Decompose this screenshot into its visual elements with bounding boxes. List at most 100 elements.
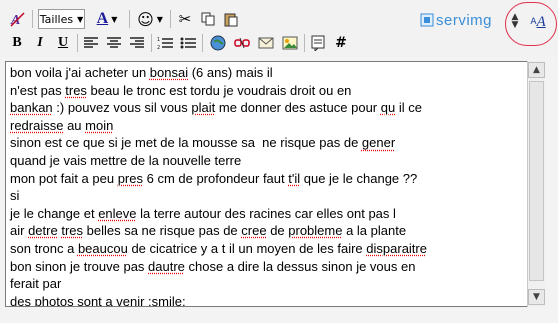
chevron-down-icon: ▼ <box>156 14 163 24</box>
text-line: air detre tres belles sa ne risque pas d… <box>10 222 520 240</box>
text-segment: :) pouvez vous sil vous <box>52 100 192 116</box>
misspelled-word: moin <box>85 117 114 133</box>
text-line: ferait par <box>10 275 520 293</box>
ordered-list-icon[interactable]: 12 <box>155 33 175 53</box>
text-line: bankan :) pouvez vous sil vous plait me … <box>10 99 520 117</box>
text-line: des photos sont a venir :smile: <box>10 293 520 307</box>
underline-button[interactable]: U <box>53 33 73 53</box>
misspelled-word: redraisse <box>10 117 64 133</box>
chevron-down-icon: ▼ <box>77 14 84 24</box>
text-segment: bon voila j'ai acheter un <box>10 65 150 80</box>
misspelled-word: t'il <box>288 170 301 186</box>
text-segment: n'est pas <box>10 82 66 98</box>
text-segment: bon sinon je trouve pas <box>10 258 149 274</box>
text-line: si <box>10 187 520 205</box>
text-segment: sinon est ce que si je met de la mousse … <box>10 135 362 151</box>
text-segment: 6 cm de profondeur faut <box>142 170 289 186</box>
misspelled-word: dautre <box>148 258 185 274</box>
servimg-logo-icon <box>420 13 434 27</box>
servimg-label: servimg <box>436 11 493 29</box>
font-color-label: A <box>96 10 109 27</box>
text-segment: (6 ans) mais il <box>188 65 273 80</box>
text-segment: beau le tronc est tordu je voudrais droi… <box>86 82 352 98</box>
misspelled-word: tres <box>65 82 87 98</box>
text-segment: belles sa ne risque pas de <box>83 223 242 239</box>
misspelled-word: disparaitre <box>366 240 427 256</box>
text-segment: il ce <box>395 100 422 116</box>
textarea-scrollbar[interactable]: ▲ ▼ <box>527 61 545 307</box>
misspelled-word: probleme <box>288 223 343 239</box>
text-segment: quand je vais mettre de la nouvelle terr… <box>10 152 242 168</box>
text-segment: de <box>266 223 289 239</box>
servimg-logo[interactable]: servimg <box>420 10 492 30</box>
font-size-select[interactable]: Tailles ▼ <box>38 9 85 29</box>
text-segment: je le change et <box>10 205 99 221</box>
text-segment: a la plante <box>342 223 407 239</box>
text-segment: des photos sont a venir : <box>10 293 152 307</box>
misspelled-word: qu <box>380 100 396 116</box>
text-segment: que je le change ?? <box>300 170 418 186</box>
text-line: son tronc a beaucou de cicatrice y a t i… <box>10 240 520 258</box>
align-center-icon[interactable] <box>104 33 124 53</box>
message-editor: A Tailles ▼ A ▼ ☺ ▼ ✂ servimg ▲ ▼ <box>0 0 558 323</box>
text-segment: son tronc a <box>10 240 78 256</box>
emoticon-button[interactable]: ☺ ▼ <box>135 9 165 29</box>
text-line: redraisse au moin <box>10 117 520 135</box>
align-right-icon[interactable] <box>127 33 147 53</box>
misspelled-word: gener <box>361 135 396 151</box>
paste-icon[interactable] <box>221 9 241 29</box>
code-button[interactable]: # <box>331 33 351 53</box>
chevron-down-icon: ▼ <box>111 14 118 24</box>
image-icon[interactable] <box>280 33 300 53</box>
copy-icon[interactable] <box>198 9 218 29</box>
svg-text:1: 1 <box>157 37 160 43</box>
text-segment: au <box>63 117 86 133</box>
misspelled-word: cree <box>241 223 267 239</box>
misspelled-word: tres <box>61 223 83 239</box>
text-line: sinon est ce que si je met de la mousse … <box>10 134 520 152</box>
annotation-highlight-circle <box>505 2 557 46</box>
font-style-icon[interactable]: A <box>8 9 28 29</box>
text-line: je le change et enleve la terre autour d… <box>10 205 520 223</box>
text-segment: mon pot fait a peu <box>10 170 118 186</box>
scroll-up-icon[interactable]: ▲ <box>528 62 545 78</box>
misspelled-word: bankan <box>10 100 53 116</box>
unlink-icon[interactable] <box>232 33 252 53</box>
link-globe-icon[interactable] <box>208 33 228 53</box>
italic-button[interactable]: I <box>30 33 50 53</box>
text-line: n'est pas tres beau le tronc est tordu j… <box>10 82 520 100</box>
text-segment: de cicatrice y a t il un moyen de les fa… <box>127 240 367 256</box>
misspelled-word: bonsai <box>149 65 189 80</box>
misspelled-word: enleve <box>98 205 137 221</box>
scroll-down-icon[interactable]: ▼ <box>528 289 545 305</box>
misspelled-word: plait <box>191 100 216 116</box>
misspelled-word: beaucou <box>77 240 128 256</box>
text-segment: la terre autour des racines car elles on… <box>136 205 396 221</box>
message-textarea[interactable]: bon voila j'ai acheter un bonsai (6 ans)… <box>5 61 545 307</box>
email-icon[interactable] <box>256 33 276 53</box>
text-segment: si <box>10 188 20 204</box>
font-size-select-label: Tailles <box>39 12 74 26</box>
cut-icon[interactable]: ✂ <box>175 9 195 29</box>
unordered-list-icon[interactable] <box>178 33 198 53</box>
text-segment: ferait par <box>10 276 62 292</box>
misspelled-word: detre <box>28 223 58 239</box>
text-line: bon sinon je trouve pas dautre chose a d… <box>10 258 520 276</box>
scroll-thumb[interactable] <box>529 81 544 281</box>
svg-text:2: 2 <box>157 45 160 50</box>
text-segment: chose a dire la dessus sinon je vous en <box>184 258 416 274</box>
text-segment: me donner des astuce pour <box>215 100 381 116</box>
quote-icon[interactable] <box>308 33 328 53</box>
text-line: bon voila j'ai acheter un bonsai (6 ans)… <box>10 64 520 82</box>
message-text: bon voila j'ai acheter un bonsai (6 ans)… <box>10 64 520 307</box>
bold-button[interactable]: B <box>7 33 27 53</box>
text-line: quand je vais mettre de la nouvelle terr… <box>10 152 520 170</box>
misspelled-word: smile <box>151 293 182 307</box>
smiley-icon: ☺ <box>137 9 154 29</box>
misspelled-word: pres <box>117 170 143 186</box>
font-color-button[interactable]: A ▼ <box>92 9 122 29</box>
text-segment: : <box>182 293 186 307</box>
text-segment: air <box>10 223 29 239</box>
align-left-icon[interactable] <box>81 33 101 53</box>
editor-toolbar: A Tailles ▼ A ▼ ☺ ▼ ✂ servimg ▲▼ <box>0 0 558 58</box>
